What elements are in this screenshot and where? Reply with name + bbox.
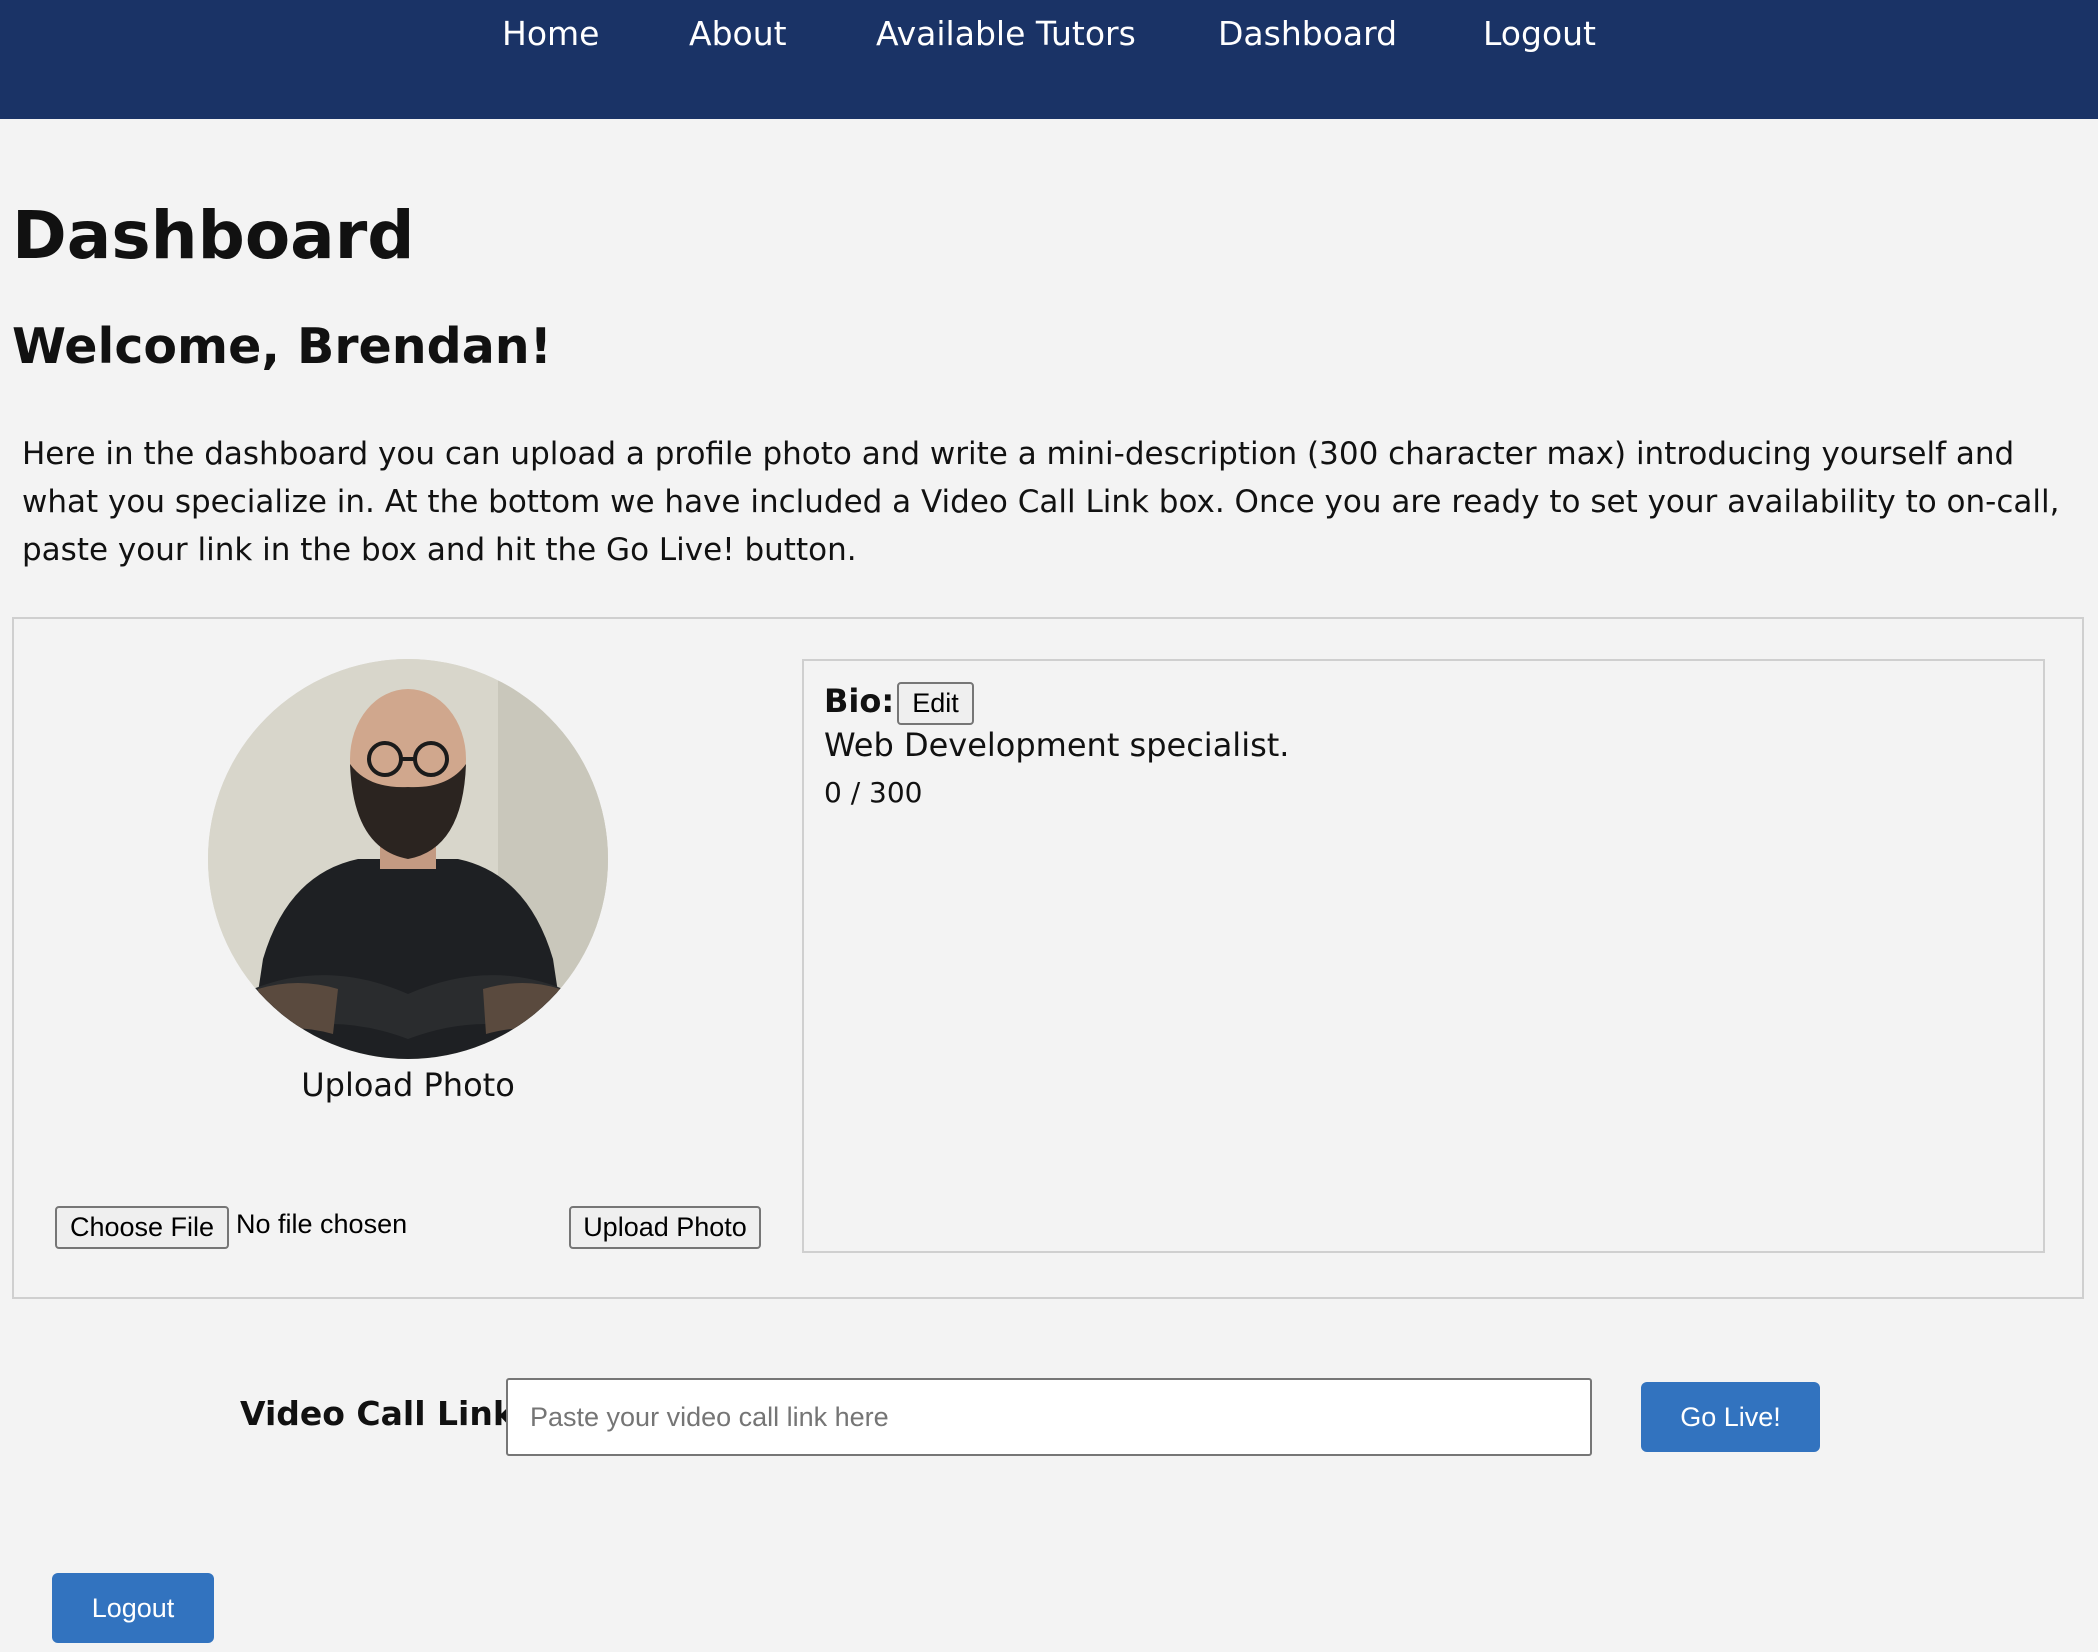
go-live-button[interactable]: Go Live! (1641, 1382, 1820, 1452)
choose-file-button[interactable]: Choose File (55, 1206, 229, 1249)
logout-button[interactable]: Logout (52, 1573, 214, 1643)
nav-logout[interactable]: Logout (1483, 14, 1596, 53)
page-title: Dashboard (12, 197, 415, 274)
nav-dashboard[interactable]: Dashboard (1218, 14, 1397, 53)
bio-text: Web Development specialist. (824, 726, 1290, 764)
upload-photo-button[interactable]: Upload Photo (569, 1206, 761, 1249)
profile-photo-image (208, 659, 608, 1059)
nav-about[interactable]: About (689, 14, 787, 53)
bio-label: Bio: (824, 682, 895, 720)
nav-home[interactable]: Home (502, 14, 599, 53)
bio-character-counter: 0 / 300 (824, 776, 923, 809)
video-call-link-label: Video Call Link: (240, 1394, 529, 1433)
video-call-link-input[interactable] (506, 1378, 1592, 1456)
intro-text: Here in the dashboard you can upload a p… (22, 436, 2060, 568)
top-navbar: Home About Available Tutors Dashboard Lo… (0, 0, 2098, 119)
welcome-heading: Welcome, Brendan! (12, 318, 553, 375)
bio-edit-button[interactable]: Edit (897, 682, 974, 725)
file-status: No file chosen (236, 1209, 408, 1239)
nav-available-tutors[interactable]: Available Tutors (876, 14, 1136, 53)
upload-photo-caption: Upload Photo (301, 1066, 515, 1104)
profile-photo (208, 659, 608, 1059)
